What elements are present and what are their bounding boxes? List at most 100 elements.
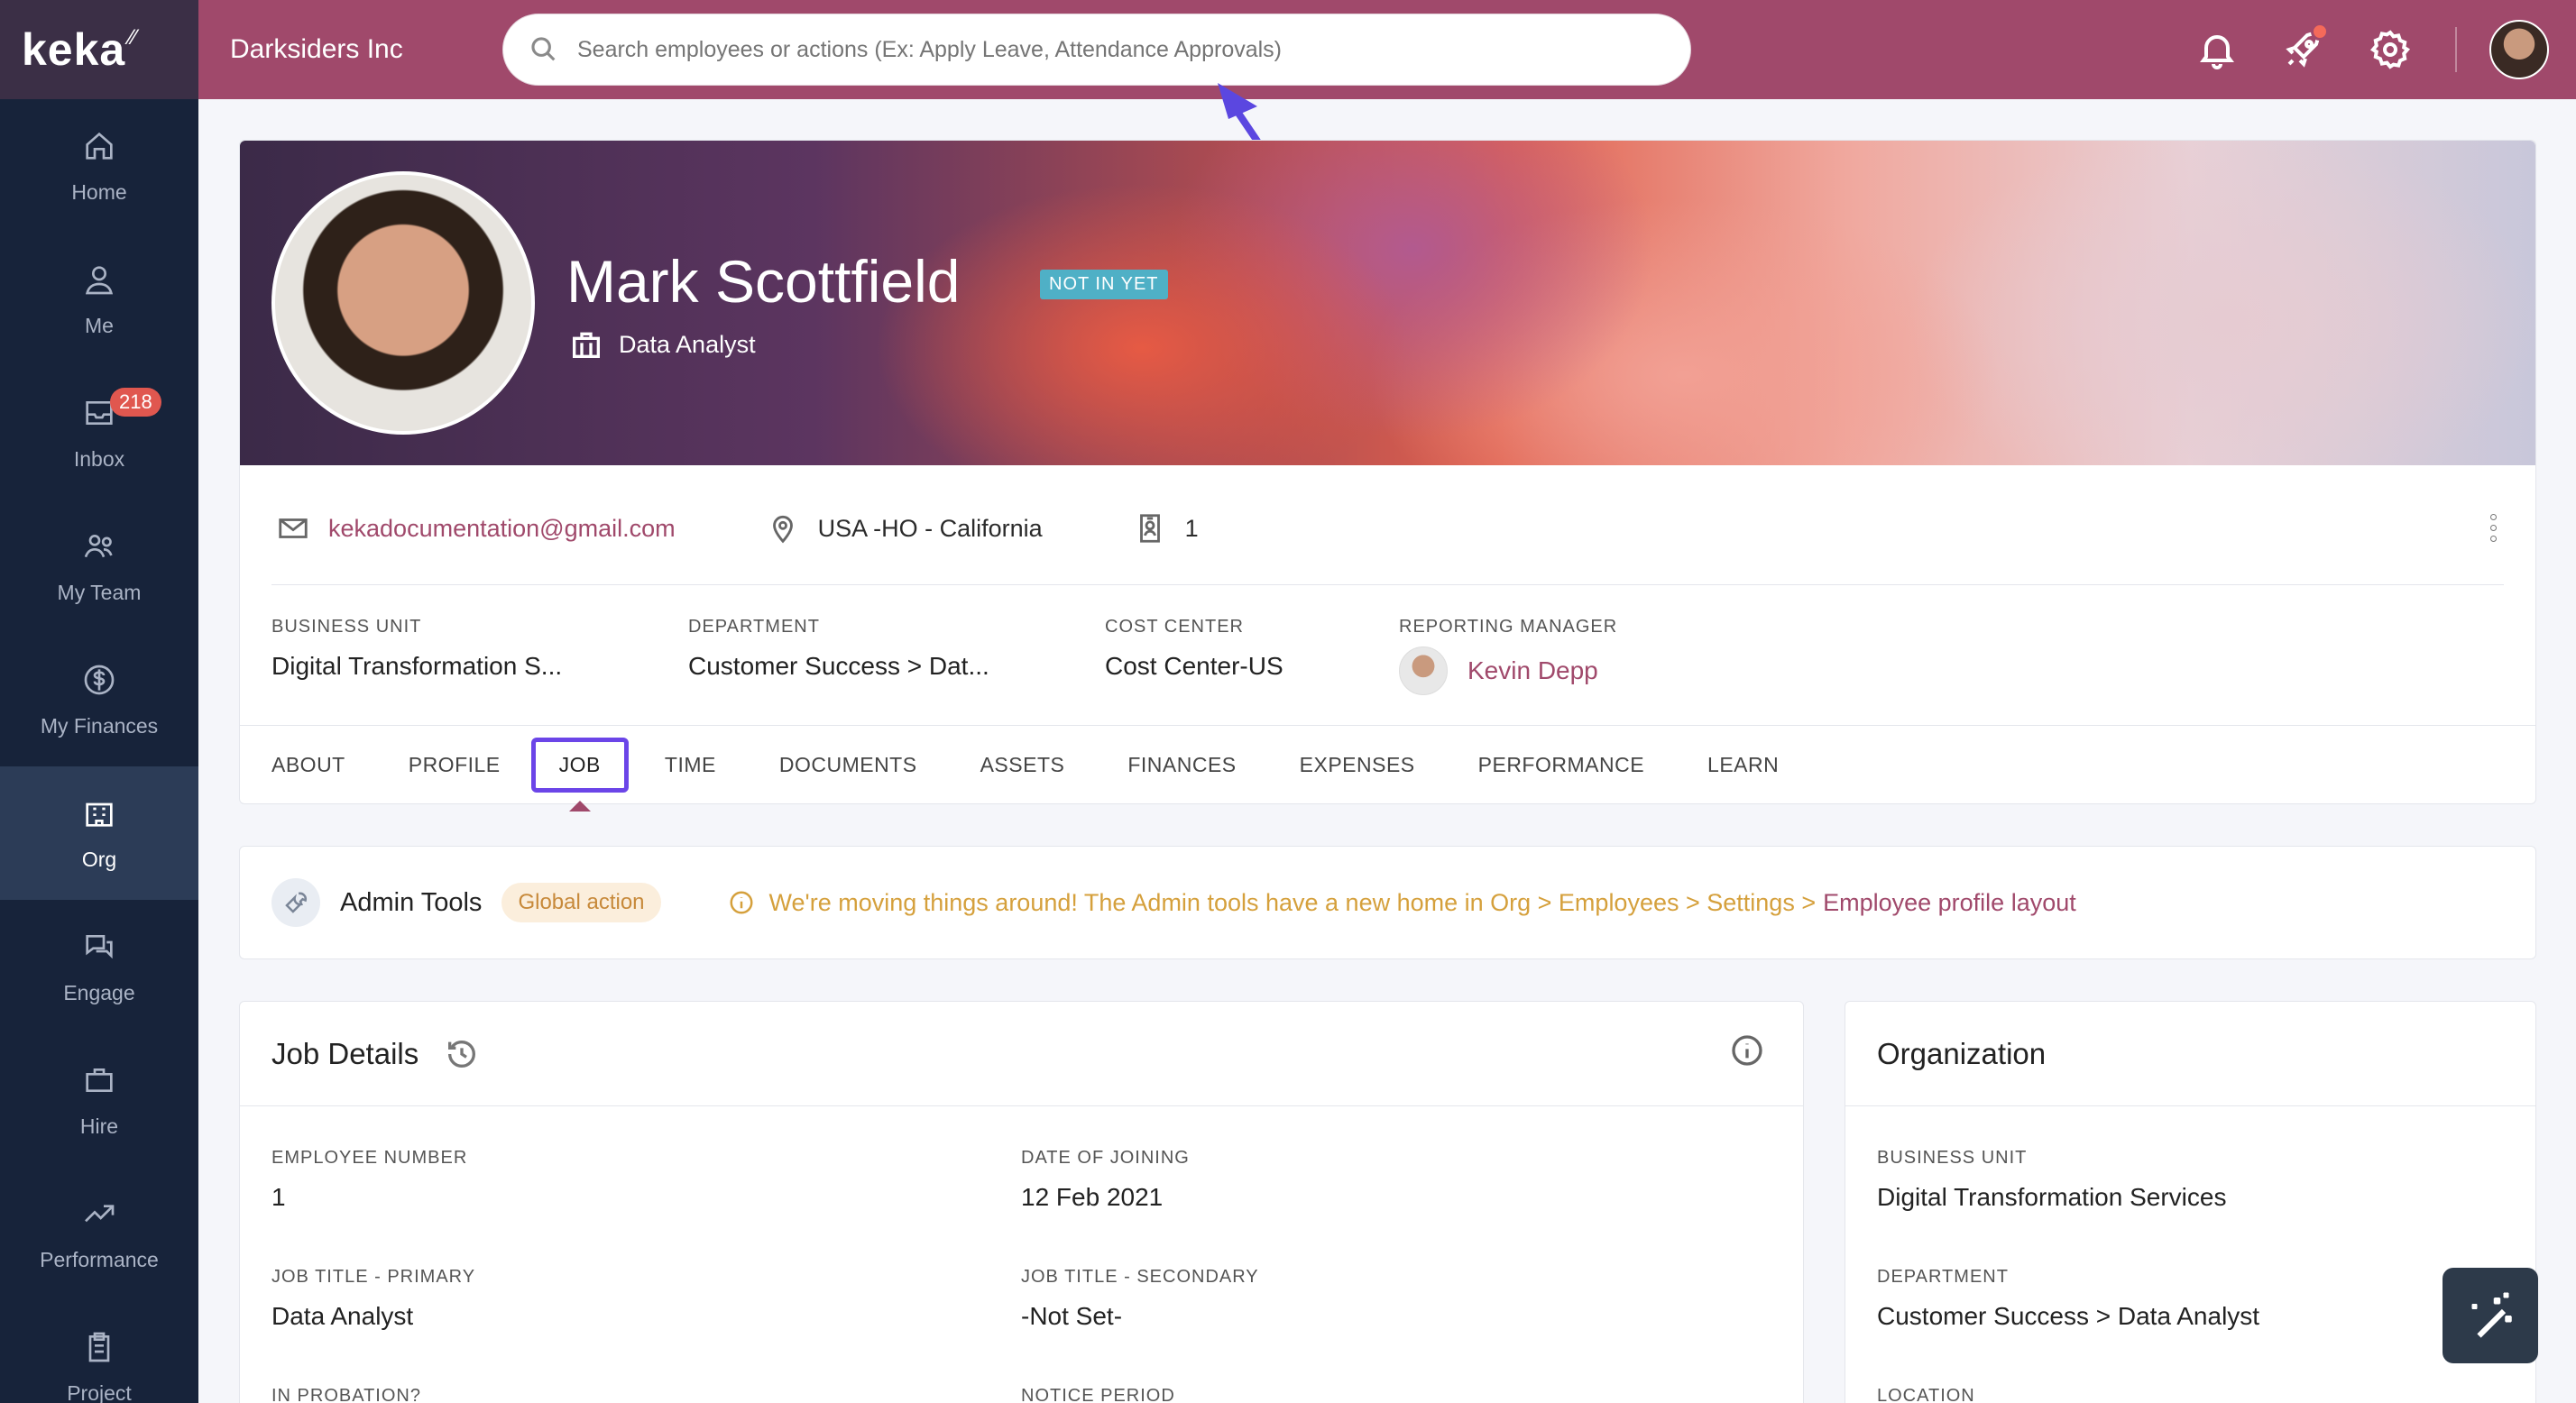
field-label: BUSINESS UNIT — [1877, 1148, 2028, 1168]
admin-notice: We're moving things around! The Admin to… — [728, 889, 2076, 917]
department-label: DEPARTMENT — [688, 617, 820, 637]
more-options-icon[interactable] — [2490, 514, 2499, 543]
tab-documents[interactable]: DOCUMENTS — [779, 753, 917, 777]
info-icon[interactable] — [1729, 1032, 1765, 1068]
employee-profile-layout-link[interactable]: Employee profile layout — [1823, 889, 2076, 917]
notice-period-field: NOTICE PERIOD — [1021, 1386, 1175, 1403]
contact-row: kekadocumentation@gmail.com USA -HO - Ca… — [276, 501, 2499, 555]
sidebar-item-label: Engage — [63, 980, 135, 1004]
employee-photo[interactable] — [271, 171, 535, 435]
designation-text: Data Analyst — [619, 330, 756, 358]
sidebar-item-home[interactable]: Home — [0, 99, 198, 233]
attendance-status-badge: NOT IN YET — [1040, 270, 1168, 299]
briefcase-icon — [573, 332, 600, 358]
employee-designation: Data Analyst — [568, 326, 756, 362]
field-label: DATE OF JOINING — [1021, 1148, 1190, 1168]
reporting-manager-label: REPORTING MANAGER — [1399, 617, 1618, 637]
bell-icon — [2200, 35, 2234, 69]
notifications-button[interactable] — [2195, 28, 2239, 71]
department-block: DEPARTMENT Customer Success > Dat... — [688, 617, 1105, 695]
sidebar-item-label: My Finances — [40, 713, 159, 738]
organization-card: Organization BUSINESS UNIT Digital Trans… — [1845, 1001, 2536, 1403]
field-value: Customer Success > Data Analyst — [1877, 1302, 2260, 1330]
job-details-card: Job Details EMPLOYEE NUMBER 1 DATE OF JO… — [239, 1001, 1804, 1403]
sidebar-item-hire[interactable]: Hire — [0, 1033, 198, 1167]
notification-dot — [2311, 23, 2329, 41]
tab-expenses[interactable]: EXPENSES — [1300, 753, 1415, 777]
company-name[interactable]: Darksiders Inc — [230, 34, 502, 65]
user-avatar[interactable] — [2489, 20, 2549, 79]
id-badge-icon — [1139, 514, 1160, 543]
user-icon — [85, 265, 114, 294]
tab-performance[interactable]: PERFORMANCE — [1478, 753, 1644, 777]
org-business-unit-field: BUSINESS UNIT Digital Transformation Ser… — [1877, 1148, 2226, 1212]
gear-icon — [2369, 30, 2411, 69]
cost-center-label: COST CENTER — [1105, 617, 1244, 637]
employee-profile-card: Mark Scottfield NOT IN YET Data Analyst … — [239, 140, 2536, 812]
team-icon — [84, 534, 113, 557]
manager-name-link[interactable]: Kevin Depp — [1467, 656, 1598, 685]
tab-profile[interactable]: PROFILE — [409, 753, 501, 777]
tab-assets[interactable]: ASSETS — [980, 753, 1065, 777]
business-unit-block: BUSINESS UNIT Digital Transformation S..… — [271, 617, 688, 695]
sidebar-item-label: My Team — [57, 580, 142, 604]
sidebar-item-inbox[interactable]: 218 Inbox — [0, 366, 198, 500]
job-details-header: Job Details — [240, 1002, 1803, 1106]
global-action-badge: Global action — [501, 883, 661, 922]
admin-tools-button[interactable] — [271, 878, 320, 927]
sidebar-item-performance[interactable]: Performance — [0, 1167, 198, 1300]
search-input[interactable] — [577, 36, 1660, 63]
logo-text: keka — [22, 24, 126, 75]
tab-time[interactable]: TIME — [665, 753, 716, 777]
top-bar-actions — [2152, 0, 2549, 99]
email-link[interactable]: kekadocumentation@gmail.com — [328, 515, 676, 543]
info-icon — [730, 891, 753, 914]
organization-title: Organization — [1877, 1036, 2047, 1070]
sidebar-item-my-team[interactable]: My Team — [0, 500, 198, 633]
in-probation-field: IN PROBATION? — [271, 1386, 421, 1403]
employee-number-field: EMPLOYEE NUMBER 1 — [271, 1148, 467, 1212]
field-label: IN PROBATION? — [271, 1386, 421, 1403]
settings-button[interactable] — [2369, 28, 2412, 71]
keka-logo[interactable]: keka ⁄⁄ — [0, 0, 198, 99]
sidebar-item-engage[interactable]: Engage — [0, 900, 198, 1033]
employee-id-item: 1 — [1133, 511, 1199, 546]
location-item: USA -HO - California — [766, 511, 1043, 546]
reporting-manager-value[interactable]: Kevin Depp — [1399, 646, 1617, 695]
field-value: Data Analyst — [271, 1302, 414, 1330]
location-pin-icon — [772, 515, 793, 544]
tab-job-label: JOB — [558, 752, 601, 776]
dollar-icon — [84, 665, 115, 694]
field-label: JOB TITLE - PRIMARY — [271, 1267, 476, 1287]
top-bar-divider — [2455, 27, 2457, 72]
field-value: 1 — [271, 1183, 286, 1211]
business-unit-value: Digital Transformation S... — [271, 652, 563, 680]
field-label: DEPARTMENT — [1877, 1267, 2009, 1287]
magic-wand-icon — [2471, 1292, 2512, 1338]
inbox-count-badge: 218 — [110, 388, 161, 417]
tab-learn[interactable]: LEARN — [1707, 753, 1779, 777]
trend-icon — [85, 1204, 115, 1222]
ai-assist-button[interactable] — [2443, 1268, 2538, 1363]
sidebar-item-label: Hire — [79, 1114, 119, 1138]
admin-tools-bar: Admin Tools Global action We're moving t… — [239, 846, 2536, 959]
sidebar-item-label: Inbox — [73, 446, 125, 471]
employee-id-text: 1 — [1184, 514, 1199, 542]
sidebar-item-label: Me — [85, 313, 114, 337]
whats-new-button[interactable] — [2282, 23, 2329, 71]
briefcase-icon — [86, 1068, 113, 1092]
history-icon[interactable] — [444, 1036, 480, 1072]
sidebar-item-project[interactable]: Project — [0, 1300, 198, 1403]
org-department-field: DEPARTMENT Customer Success > Data Analy… — [1877, 1267, 2259, 1331]
tab-finances[interactable]: FINANCES — [1127, 753, 1236, 777]
tab-job[interactable]: JOB — [530, 737, 629, 812]
sidebar-item-org[interactable]: Org — [0, 766, 198, 900]
logo-rays-icon: ⁄⁄ — [129, 25, 137, 50]
mail-icon — [279, 518, 308, 538]
active-tab-indicator — [568, 800, 591, 812]
search-bar[interactable] — [502, 14, 1691, 86]
field-value: Digital Transformation Services — [1877, 1183, 2227, 1211]
sidebar-item-my-finances[interactable]: My Finances — [0, 633, 198, 766]
tab-about[interactable]: ABOUT — [271, 753, 345, 777]
sidebar-item-me[interactable]: Me — [0, 233, 198, 366]
